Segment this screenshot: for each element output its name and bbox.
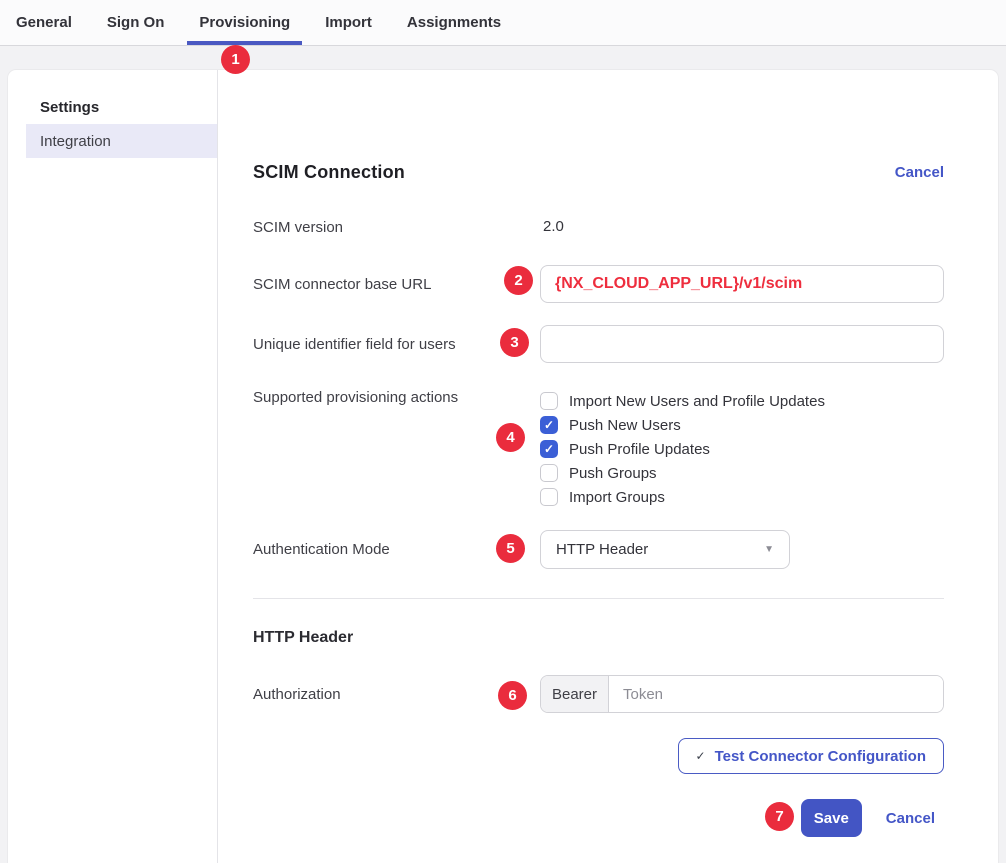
checkbox-push-profile-updates[interactable]: ✓ Push Profile Updates — [540, 437, 944, 461]
base-url-input[interactable] — [540, 265, 944, 303]
annotation-badge-3: 3 — [500, 328, 529, 357]
provisioning-card: Settings Integration SCIM Connection Can… — [8, 70, 998, 863]
sidebar-item-label: Integration — [40, 133, 111, 150]
check-icon: ✓ — [696, 749, 706, 763]
token-input[interactable] — [609, 676, 943, 712]
checkbox-import-groups[interactable]: ✓ Import Groups — [540, 485, 944, 509]
provisioning-actions-label: Supported provisioning actions — [253, 389, 540, 406]
cancel-link-top[interactable]: Cancel — [895, 164, 944, 181]
checkbox-icon: ✓ — [540, 416, 558, 434]
auth-mode-select[interactable]: HTTP Header ▼ — [540, 530, 790, 569]
app-tabbar: General Sign On Provisioning Import Assi… — [0, 0, 1006, 46]
test-connector-label: Test Connector Configuration — [715, 748, 926, 765]
save-button[interactable]: Save — [801, 799, 862, 837]
tab-sign-on[interactable]: Sign On — [95, 0, 177, 45]
bearer-prefix: Bearer — [541, 676, 609, 712]
form-title: SCIM Connection — [253, 162, 405, 183]
section-divider — [253, 598, 944, 599]
annotation-badge-5: 5 — [496, 534, 525, 563]
checkbox-icon: ✓ — [540, 392, 558, 410]
http-header-section-title: HTTP Header — [253, 629, 944, 651]
checkbox-label: Import Groups — [569, 489, 665, 506]
check-icon: ✓ — [544, 443, 554, 455]
authorization-input-group: Bearer — [540, 675, 944, 713]
checkbox-label: Push Groups — [569, 465, 657, 482]
tab-provisioning[interactable]: Provisioning — [187, 0, 302, 45]
sidebar-heading: Settings — [40, 98, 217, 118]
tab-assignments[interactable]: Assignments — [395, 0, 513, 45]
annotation-badge-6: 6 — [498, 681, 527, 710]
cancel-link-bottom[interactable]: Cancel — [886, 810, 935, 827]
checkbox-push-groups[interactable]: ✓ Push Groups — [540, 461, 944, 485]
scim-version-label: SCIM version — [253, 219, 540, 236]
checkbox-import-new-users[interactable]: ✓ Import New Users and Profile Updates — [540, 389, 944, 413]
checkbox-label: Push New Users — [569, 417, 681, 434]
authorization-label: Authorization — [253, 686, 540, 703]
annotation-badge-1: 1 — [221, 45, 250, 74]
unique-id-label: Unique identifier field for users — [253, 336, 540, 353]
unique-id-input[interactable] — [540, 325, 944, 363]
checkbox-label: Push Profile Updates — [569, 441, 710, 458]
provisioning-actions-list: ✓ Import New Users and Profile Updates ✓… — [540, 389, 944, 509]
annotation-badge-2: 2 — [504, 266, 533, 295]
tab-import[interactable]: Import — [313, 0, 384, 45]
chevron-down-icon: ▼ — [764, 544, 774, 555]
checkbox-push-new-users[interactable]: ✓ Push New Users — [540, 413, 944, 437]
base-url-label: SCIM connector base URL — [253, 276, 540, 293]
checkbox-label: Import New Users and Profile Updates — [569, 393, 825, 410]
test-connector-button[interactable]: ✓ Test Connector Configuration — [678, 738, 944, 774]
annotation-badge-4: 4 — [496, 423, 525, 452]
annotation-badge-7: 7 — [765, 802, 794, 831]
checkbox-icon: ✓ — [540, 440, 558, 458]
scim-connection-form: SCIM Connection Cancel SCIM version 2.0 … — [218, 70, 998, 863]
auth-mode-selected-value: HTTP Header — [556, 541, 648, 558]
sidebar-item-integration[interactable]: Integration — [26, 124, 217, 158]
check-icon: ✓ — [544, 419, 554, 431]
checkbox-icon: ✓ — [540, 488, 558, 506]
settings-sidebar: Settings Integration — [8, 70, 218, 863]
scim-version-value: 2.0 — [540, 218, 564, 235]
checkbox-icon: ✓ — [540, 464, 558, 482]
tab-general[interactable]: General — [4, 0, 84, 45]
